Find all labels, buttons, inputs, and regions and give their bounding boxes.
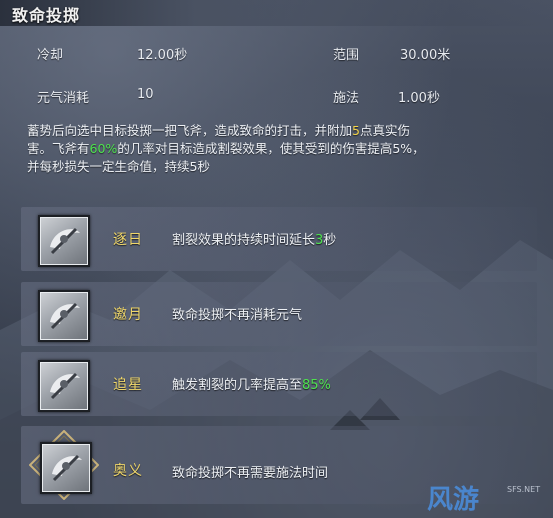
site-watermark-logo: 风游 SFS.NET [427, 485, 540, 515]
watermark-text: 风游 [427, 485, 479, 515]
skill-title: 致命投掷 [12, 6, 81, 25]
axe-icon [40, 442, 92, 494]
cast-label: 施法 [333, 91, 360, 106]
desc-line-3: 并每秒损失一定生命值，持续5秒 [27, 159, 210, 174]
range-value: 30.00米 [400, 48, 451, 63]
talent-desc: 割裂效果的持续时间延长3秒 [172, 233, 337, 248]
range-label: 范围 [333, 48, 360, 63]
skill-description: 蓄势后向选中目标投掷一把飞斧，造成致命的打击，并附加5点真实伤 害。飞斧有60%… [27, 122, 537, 176]
talent-name: 追星 [113, 377, 143, 393]
talent-name: 奥义 [113, 463, 143, 479]
talent-row-zhuixing[interactable]: 追星 触发割裂的几率提高至85% [21, 352, 537, 416]
cooldown-value: 12.00秒 [137, 48, 188, 63]
cost-label: 元气消耗 [37, 91, 90, 106]
damage-number: 5 [352, 123, 360, 138]
talent-desc: 致命投掷不再消耗元气 [172, 308, 303, 323]
axe-icon [38, 215, 90, 267]
talent-name: 邀月 [113, 307, 143, 323]
talent-name: 逐日 [113, 232, 143, 248]
cost-value: 10 [137, 87, 154, 102]
talent-row-zhuri[interactable]: 逐日 割裂效果的持续时间延长3秒 [21, 207, 537, 271]
watermark-sub: SFS.NET [507, 485, 540, 494]
talent-desc: 触发割裂的几率提高至85% [172, 378, 331, 393]
axe-icon [38, 360, 90, 412]
title-bar: 致命投掷 [0, 0, 553, 26]
desc-line-1: 蓄势后向选中目标投掷一把飞斧，造成致命的打击，并附加5点真实伤 [27, 123, 410, 138]
cooldown-label: 冷却 [37, 48, 64, 63]
cast-value: 1.00秒 [398, 91, 440, 106]
axe-icon [38, 290, 90, 342]
bleed-chance: 60% [89, 141, 118, 156]
talent-row-yaoyue[interactable]: 邀月 致命投掷不再消耗元气 [21, 282, 537, 346]
talent-desc: 致命投掷不再需要施法时间 [172, 466, 329, 481]
desc-line-2: 害。飞斧有60%的几率对目标造成割裂效果，使其受到的伤害提高5%， [27, 141, 425, 156]
